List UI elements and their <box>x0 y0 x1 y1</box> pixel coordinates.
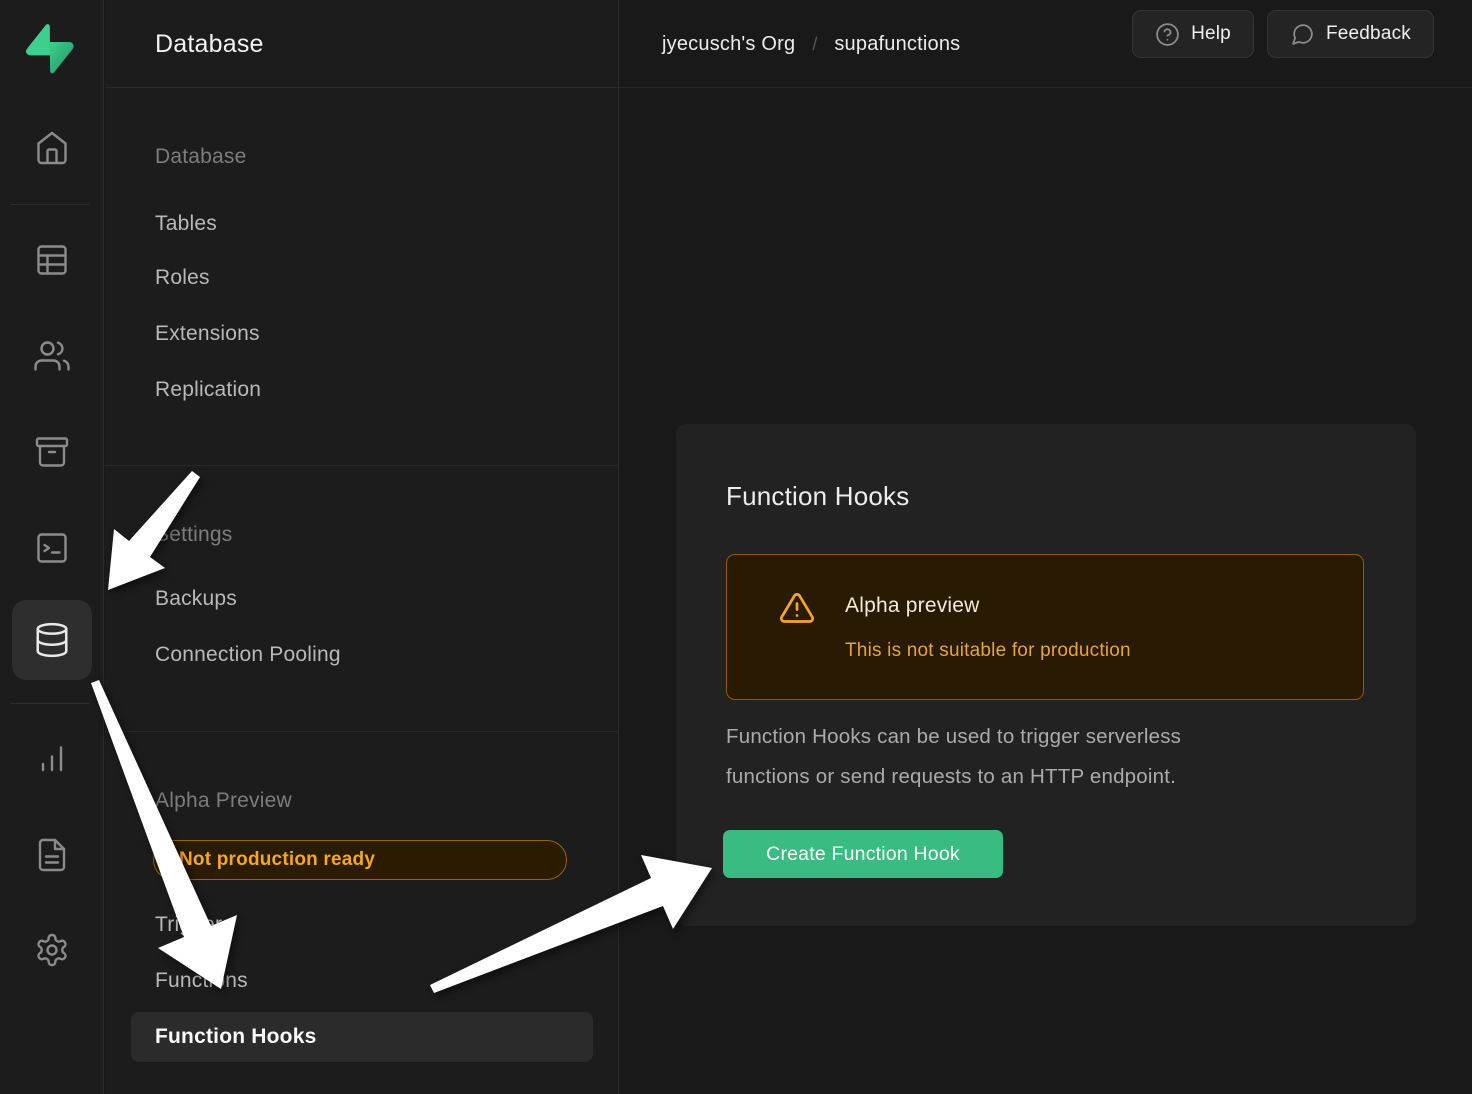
breadcrumb: jyecusch's Org / supafunctions <box>662 0 960 88</box>
sidebar-item-tables[interactable]: Tables <box>155 212 217 236</box>
create-function-hook-button[interactable]: Create Function Hook <box>723 830 1003 878</box>
help-button-label: Help <box>1191 23 1231 45</box>
bar-chart-icon <box>34 740 70 776</box>
supabase-dashboard: Database Database Tables Roles Extension… <box>0 0 1472 1094</box>
breadcrumb-org[interactable]: jyecusch's Org <box>662 33 795 56</box>
terminal-icon <box>34 530 70 566</box>
breadcrumb-project[interactable]: supafunctions <box>834 33 960 56</box>
section-label-settings: Settings <box>155 523 232 547</box>
feedback-bubble-icon <box>1290 22 1315 47</box>
alert-description: This is not suitable for production <box>845 640 1131 662</box>
database-icon <box>33 621 71 659</box>
card-description: Function Hooks can be used to trigger se… <box>726 717 1366 797</box>
sidebar-item-triggers[interactable]: Triggers <box>155 913 233 937</box>
rail-item-auth-users[interactable] <box>30 334 74 378</box>
section-label-alpha-preview: Alpha Preview <box>155 789 292 813</box>
rail-item-logs[interactable] <box>30 833 74 877</box>
alert-title: Alpha preview <box>845 594 980 618</box>
rail-item-settings[interactable] <box>30 928 74 972</box>
rail-item-storage[interactable] <box>30 430 74 474</box>
rail-divider <box>11 204 89 205</box>
sidebar-item-functions[interactable]: Functions <box>155 969 248 993</box>
sidebar-item-extensions[interactable]: Extensions <box>155 322 260 346</box>
sidebar-divider <box>105 465 618 466</box>
home-icon <box>34 130 70 166</box>
topbar-actions: Help Feedback <box>1132 10 1434 58</box>
breadcrumb-separator: / <box>812 34 817 55</box>
sidebar-item-connection-pooling[interactable]: Connection Pooling <box>155 643 341 667</box>
card-description-line: Function Hooks can be used to trigger se… <box>726 717 1366 757</box>
rail-item-sql-editor[interactable] <box>30 526 74 570</box>
alpha-preview-alert: Alpha preview This is not suitable for p… <box>726 554 1364 700</box>
feedback-button-label: Feedback <box>1326 23 1411 45</box>
sidebar-item-function-hooks-label: Function Hooks <box>131 1012 593 1062</box>
sidebar-title: Database <box>155 0 264 88</box>
feedback-button[interactable]: Feedback <box>1267 10 1434 58</box>
top-bar: jyecusch's Org / supafunctions Help Feed… <box>619 0 1472 88</box>
rail-divider <box>11 703 89 704</box>
function-hooks-card: Function Hooks Alpha preview This is not… <box>676 424 1416 926</box>
sidebar-divider <box>105 731 618 732</box>
sidebar-header: Database <box>105 0 618 88</box>
settings-gear-icon <box>34 932 70 968</box>
sidebar-item-function-hooks[interactable]: Function Hooks <box>131 1012 593 1062</box>
file-text-icon <box>34 837 70 873</box>
sidebar-item-backups[interactable]: Backups <box>155 587 237 611</box>
rail-item-reports[interactable] <box>30 736 74 780</box>
card-description-line: functions or send requests to an HTTP en… <box>726 757 1366 797</box>
sidebar-item-roles[interactable]: Roles <box>155 266 210 290</box>
rail-item-home[interactable] <box>30 126 74 170</box>
sidebar-item-replication[interactable]: Replication <box>155 378 261 402</box>
not-production-ready-badge: Not production ready <box>153 840 567 880</box>
card-title: Function Hooks <box>726 481 909 512</box>
warning-triangle-icon <box>779 590 815 626</box>
rail-item-database[interactable] <box>12 600 92 680</box>
help-button[interactable]: Help <box>1132 10 1254 58</box>
section-label-database: Database <box>155 145 247 169</box>
archive-icon <box>34 434 70 470</box>
database-sidebar: Database Database Tables Roles Extension… <box>105 0 619 1094</box>
supabase-logo[interactable] <box>26 24 74 72</box>
users-icon <box>34 338 70 374</box>
help-circle-icon <box>1155 22 1180 47</box>
rail-item-table-editor[interactable] <box>30 238 74 282</box>
table-editor-icon <box>34 242 70 278</box>
nav-rail <box>0 0 104 1094</box>
